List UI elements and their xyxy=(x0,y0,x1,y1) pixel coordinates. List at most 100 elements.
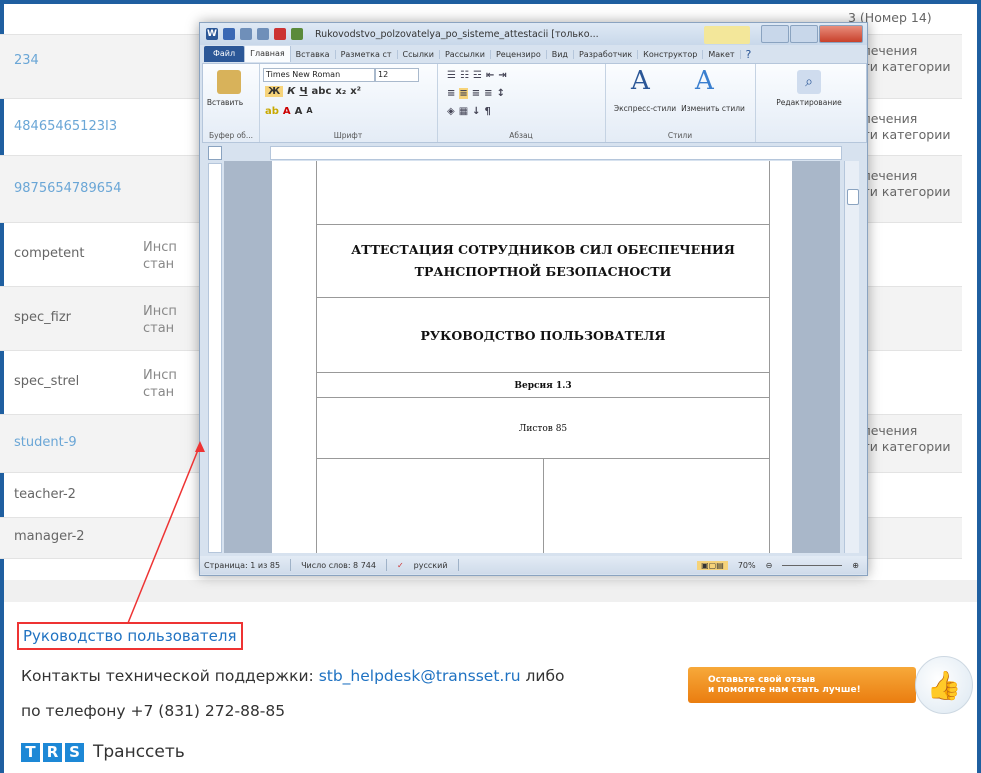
shading-buttons: ◈ ▦ ↓ ¶ xyxy=(447,106,491,117)
feedback-banner[interactable]: Оставьте свой отзыв и помогите нам стать… xyxy=(688,667,916,703)
quick-access-toolbar: W xyxy=(206,28,303,40)
underline-icon[interactable]: Ч xyxy=(299,86,307,97)
superscript-icon[interactable]: x² xyxy=(350,86,361,97)
sort-icon[interactable]: ↓ xyxy=(472,106,480,117)
bold-icon[interactable]: Ж xyxy=(265,86,284,97)
pilcrow-icon[interactable]: ¶ xyxy=(485,106,491,117)
zoom-in-icon[interactable]: ⊕ xyxy=(852,561,859,570)
help-icon[interactable]: ? xyxy=(741,48,757,61)
support-email-link[interactable]: stb_helpdesk@transset.ru xyxy=(319,667,521,685)
document-title-line: ТРАНСПОРТНОЙ БЕЗОПАСНОСТИ xyxy=(414,264,672,279)
separator xyxy=(457,559,459,571)
user-login: spec_fizr xyxy=(14,310,72,325)
align-right-icon[interactable]: ≡ xyxy=(472,88,480,99)
shrink-font-icon[interactable]: A xyxy=(306,106,312,117)
user-login-link[interactable]: 48465465123І3 xyxy=(14,119,117,134)
support-phone: по телефону +7 (831) 272-88-85 xyxy=(21,702,286,720)
document-sheets: Листов 85 xyxy=(316,397,770,459)
italic-icon[interactable]: К xyxy=(287,86,295,97)
binoculars-icon[interactable]: ⌕ xyxy=(797,70,821,94)
minimize-icon[interactable] xyxy=(761,25,789,43)
section-divider xyxy=(4,580,977,602)
user-manual-link[interactable]: Руководство пользователя xyxy=(17,622,243,650)
save-icon[interactable] xyxy=(223,28,235,40)
transset-logo[interactable]: T R S Транссеть xyxy=(21,742,185,762)
zoom-level[interactable]: 70% xyxy=(738,561,756,570)
spellcheck-icon[interactable]: ✓ xyxy=(397,561,404,570)
word-window: W Rukovodstvo_polzovatelya_po_sisteme_at… xyxy=(199,22,868,576)
express-styles-icon[interactable]: A xyxy=(631,66,650,96)
table-cell xyxy=(316,161,770,225)
borders-icon[interactable]: ▦ xyxy=(459,106,468,117)
bullets-icon[interactable]: ☰ xyxy=(447,70,456,81)
table-cell xyxy=(316,458,544,553)
tab-layout[interactable]: Разметка ст xyxy=(336,49,398,59)
window-controls xyxy=(761,25,863,43)
redo-icon[interactable] xyxy=(257,28,269,40)
increase-indent-icon[interactable]: ⇥ xyxy=(498,70,506,81)
tab-references[interactable]: Ссылки xyxy=(398,49,440,59)
font-name-select[interactable]: Times New Roman xyxy=(263,68,375,82)
font-size-select[interactable]: 12 xyxy=(375,68,419,82)
tab-file[interactable]: Файл xyxy=(204,46,246,62)
close-icon[interactable] xyxy=(819,25,863,43)
horizontal-ruler[interactable] xyxy=(270,146,842,160)
tab-home[interactable]: Главная xyxy=(245,46,291,62)
document-title-cell: АТТЕСТАЦИЯ СОТРУДНИКОВ СИЛ ОБЕСПЕЧЕНИЯ Т… xyxy=(316,224,770,298)
tab-review[interactable]: Рецензиро xyxy=(491,49,547,59)
multilevel-list-icon[interactable]: ☲ xyxy=(473,70,482,81)
tab-mailings[interactable]: Рассылки xyxy=(440,49,491,59)
user-login-link[interactable]: student-9 xyxy=(14,435,77,450)
insert-icon[interactable] xyxy=(291,28,303,40)
express-styles-label: Экспресс-стили xyxy=(613,104,677,113)
word-app-icon: W xyxy=(206,28,218,40)
decrease-indent-icon[interactable]: ⇤ xyxy=(486,70,494,81)
tab-view[interactable]: Вид xyxy=(547,49,574,59)
thumbs-up-icon[interactable]: 👍 xyxy=(915,656,973,714)
clipboard-group: Вставить Буфер об... xyxy=(203,64,260,142)
zoom-slider[interactable] xyxy=(782,564,843,566)
word-count[interactable]: Число слов: 8 744 xyxy=(301,561,376,570)
tab-developer[interactable]: Разработчик xyxy=(574,49,639,59)
align-left-icon[interactable]: ≡ xyxy=(447,88,455,99)
list-buttons: ☰ ☷ ☲ ⇤ ⇥ xyxy=(447,70,507,81)
zoom-out-icon[interactable]: ⊖ xyxy=(766,561,773,570)
grow-font-icon[interactable]: A xyxy=(295,106,303,117)
user-login-link[interactable]: 234 xyxy=(14,53,39,68)
justify-icon[interactable]: ≡ xyxy=(484,88,492,99)
subscript-icon[interactable]: x₂ xyxy=(335,86,346,97)
maximize-icon[interactable] xyxy=(790,25,818,43)
vertical-scrollbar[interactable] xyxy=(844,161,859,553)
shading-icon[interactable]: ◈ xyxy=(447,106,455,117)
change-styles-icon[interactable]: A xyxy=(695,66,714,96)
table-cell-description: Инсп стан xyxy=(143,304,177,336)
document-subtitle: РУКОВОДСТВО ПОЛЬЗОВАТЕЛЯ xyxy=(316,297,770,373)
language-indicator[interactable]: русский xyxy=(414,561,448,570)
paste-icon[interactable] xyxy=(217,70,241,94)
font-color-icon[interactable] xyxy=(274,28,286,40)
tab-table-layout[interactable]: Макет xyxy=(703,49,741,59)
editing-label[interactable]: Редактирование xyxy=(759,98,859,107)
align-center-icon[interactable]: ≡ xyxy=(459,88,468,99)
numbering-icon[interactable]: ☷ xyxy=(460,70,469,81)
tab-design[interactable]: Конструктор xyxy=(638,49,704,59)
font-format-buttons: Ж К Ч abc x₂ x² xyxy=(265,86,361,97)
paragraph-group: ☰ ☷ ☲ ⇤ ⇥ ≡ ≡ ≡ ≡ ↕ ◈ ▦ ↓ ¶ Абзац xyxy=(437,64,606,142)
page-count[interactable]: Страница: 1 из 85 xyxy=(204,561,280,570)
separator xyxy=(385,559,387,571)
highlight-icon[interactable]: ab xyxy=(265,106,279,117)
clipboard-group-label: Буфер об... xyxy=(208,131,254,140)
tab-insert[interactable]: Вставка xyxy=(291,49,336,59)
align-buttons: ≡ ≡ ≡ ≡ ↕ xyxy=(447,88,505,99)
user-login-link[interactable]: 9875654789654 xyxy=(14,181,122,196)
change-styles-label: Изменить стили xyxy=(681,104,745,113)
tab-stop-selector[interactable] xyxy=(208,146,222,160)
undo-icon[interactable] xyxy=(240,28,252,40)
scrollbar-thumb[interactable] xyxy=(847,189,859,205)
view-buttons[interactable]: ▣▢▤ xyxy=(697,560,728,570)
text-color-icon[interactable]: A xyxy=(283,106,291,117)
vertical-ruler[interactable] xyxy=(208,163,222,553)
line-spacing-icon[interactable]: ↕ xyxy=(497,88,505,99)
document-title: Rukovodstvo_polzovatelya_po_sisteme_atte… xyxy=(315,28,599,40)
strikethrough-icon[interactable]: abc xyxy=(312,86,332,97)
